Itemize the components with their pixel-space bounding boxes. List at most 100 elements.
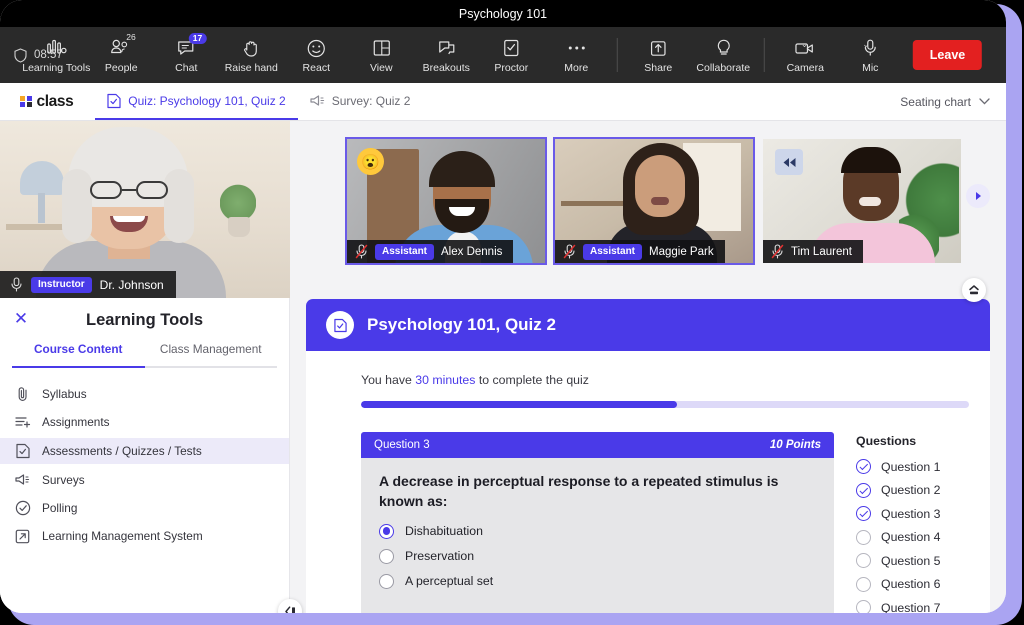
question-nav-item-3[interactable]: Question 3 <box>856 506 940 521</box>
toolbar-view[interactable]: View <box>349 36 414 74</box>
collapse-video-strip-button[interactable] <box>962 278 986 302</box>
toolbar-breakouts[interactable]: Breakouts <box>414 36 479 74</box>
answer-option-dishabituation[interactable]: Dishabituation <box>379 524 816 539</box>
proctor-icon <box>503 38 520 58</box>
chevron-down-icon[interactable]: ⌄ <box>862 39 870 50</box>
participant-tile-tim-laurent[interactable]: Tim Laurent <box>761 137 963 265</box>
quiz-panel-header: Psychology 101, Quiz 2 <box>306 299 990 351</box>
answer-option-label: A perceptual set <box>405 574 493 588</box>
tool-item-polling[interactable]: Polling <box>0 496 289 520</box>
question-nav-item-1[interactable]: Question 1 <box>856 459 940 474</box>
toolbar-react[interactable]: React <box>284 36 349 74</box>
rewind-icon[interactable] <box>775 149 803 175</box>
radio-button-icon[interactable] <box>379 524 394 539</box>
mic-muted-icon <box>10 277 23 292</box>
page-title: Psychology 101 <box>459 7 547 21</box>
mic-muted-icon <box>771 244 784 259</box>
question-card: Question 3 10 Points A decrease in perce… <box>361 432 834 613</box>
question-text: A decrease in perceptual response to a r… <box>379 472 816 512</box>
tab-quiz[interactable]: Quiz: Psychology 101, Quiz 2 <box>95 83 297 120</box>
toolbar-label: Learning Tools <box>22 62 90 74</box>
participant-name-strip: Assistant Alex Dennis <box>347 240 513 263</box>
class-logo-dots-icon <box>20 96 32 108</box>
tool-item-lms[interactable]: Learning Management System <box>0 524 289 548</box>
toolbar-learning-tools[interactable]: Learning Tools <box>24 36 89 74</box>
tool-item-assignments[interactable]: Assignments <box>0 410 289 434</box>
toolbar-more[interactable]: More <box>544 36 609 74</box>
questions-nav-title: Questions <box>856 434 940 448</box>
question-nav-label: Question 4 <box>881 530 940 544</box>
participant-face <box>635 155 685 217</box>
collaborate-bulb-icon <box>715 38 731 58</box>
mic-muted-icon <box>563 244 576 259</box>
tab-course-content[interactable]: Course Content <box>12 342 145 368</box>
chat-unread-badge: 17 <box>189 33 206 44</box>
instructor-name-strip: Instructor Dr. Johnson <box>0 271 176 298</box>
tab-class-management[interactable]: Class Management <box>145 342 278 368</box>
tab-survey[interactable]: Survey: Quiz 2 <box>298 83 423 120</box>
toolbar-collaborate[interactable]: Collaborate <box>691 36 756 74</box>
instructor-hair-left <box>62 169 92 243</box>
question-nav-item-4[interactable]: Question 4 <box>856 530 940 545</box>
participant-role-badge: Assistant <box>583 244 642 260</box>
question-nav-item-7[interactable]: Question 7 <box>856 600 940 613</box>
question-nav-item-2[interactable]: Question 2 <box>856 483 940 498</box>
people-count-badge: 26 <box>122 32 139 43</box>
chevron-down-icon[interactable]: ⌄ <box>801 39 809 50</box>
tool-item-assessments[interactable]: Assessments / Quizzes / Tests <box>0 438 289 464</box>
toolbar-label: Camera <box>787 62 824 74</box>
participant-role-badge: Assistant <box>375 244 434 260</box>
camera-icon: ⌄ <box>794 38 816 58</box>
participant-name: Maggie Park <box>649 246 714 258</box>
seating-chart-dropdown[interactable]: Seating chart <box>900 83 990 120</box>
question-card-header: Question 3 10 Points <box>361 432 834 458</box>
question-nav-label: Question 5 <box>881 554 940 568</box>
chevron-down-icon <box>979 98 990 105</box>
toolbar-share[interactable]: Share <box>626 36 691 74</box>
question-nav-label: Question 6 <box>881 577 940 591</box>
check-circle-icon <box>856 483 871 498</box>
toolbar-raise-hand[interactable]: Raise hand <box>219 36 284 74</box>
learning-tools-icon <box>46 38 66 58</box>
toolbar-camera[interactable]: ⌄ Camera <box>773 36 838 74</box>
participant-mouth <box>651 197 669 205</box>
collapse-sidebar-button[interactable] <box>278 599 302 613</box>
toolbar-label: People <box>105 62 138 74</box>
radio-button-icon[interactable] <box>379 549 394 564</box>
next-participants-button[interactable] <box>966 184 990 208</box>
participant-tile-alex-dennis[interactable]: 😮 Assistant Alex <box>345 137 547 265</box>
quiz-columns: Question 3 10 Points A decrease in perce… <box>361 432 966 613</box>
breakouts-icon <box>437 38 455 58</box>
answer-option-preservation[interactable]: Preservation <box>379 549 816 564</box>
learning-tools-title: Learning Tools <box>86 311 203 330</box>
empty-circle-icon <box>856 530 871 545</box>
leave-button[interactable]: Leave <box>913 40 982 70</box>
quiz-timer-line: You have 30 minutes to complete the quiz <box>361 373 966 387</box>
tool-item-surveys[interactable]: Surveys <box>0 468 289 492</box>
toolbar-proctor[interactable]: Proctor <box>479 36 544 74</box>
class-logo[interactable]: class <box>20 83 73 120</box>
radio-button-icon[interactable] <box>379 574 394 589</box>
toolbar-label: Share <box>644 62 672 74</box>
decor-shelf <box>561 201 623 206</box>
question-nav-item-6[interactable]: Question 6 <box>856 577 940 592</box>
question-nav-item-5[interactable]: Question 5 <box>856 553 940 568</box>
assignments-add-icon <box>14 415 31 429</box>
toolbar-divider <box>617 38 618 72</box>
quiz-doc-icon <box>107 93 121 109</box>
answer-option-perceptual-set[interactable]: A perceptual set <box>379 574 816 589</box>
toolbar-mic[interactable]: ⌄ Mic <box>838 36 903 74</box>
navbar-tabs: Quiz: Psychology 101, Quiz 2 Survey: Qui… <box>95 83 422 120</box>
window-titlebar: Psychology 101 <box>0 0 1006 27</box>
toolbar-chat[interactable]: 17 Chat <box>154 36 219 74</box>
instructor-video-tile[interactable]: Instructor Dr. Johnson <box>0 121 290 298</box>
learning-tools-list: Syllabus Assignments <box>0 382 289 548</box>
participant-tile-maggie-park[interactable]: Assistant Maggie Park <box>553 137 755 265</box>
class-app-window: Psychology 101 08:57 <box>0 0 1006 613</box>
assessment-doc-icon <box>14 443 31 459</box>
tool-item-syllabus[interactable]: Syllabus <box>0 382 289 406</box>
toolbar-people[interactable]: 26 People <box>89 36 154 74</box>
question-nav-label: Question 1 <box>881 460 940 474</box>
decor-plant <box>220 179 256 219</box>
close-x-icon[interactable]: ✕ <box>12 310 30 328</box>
